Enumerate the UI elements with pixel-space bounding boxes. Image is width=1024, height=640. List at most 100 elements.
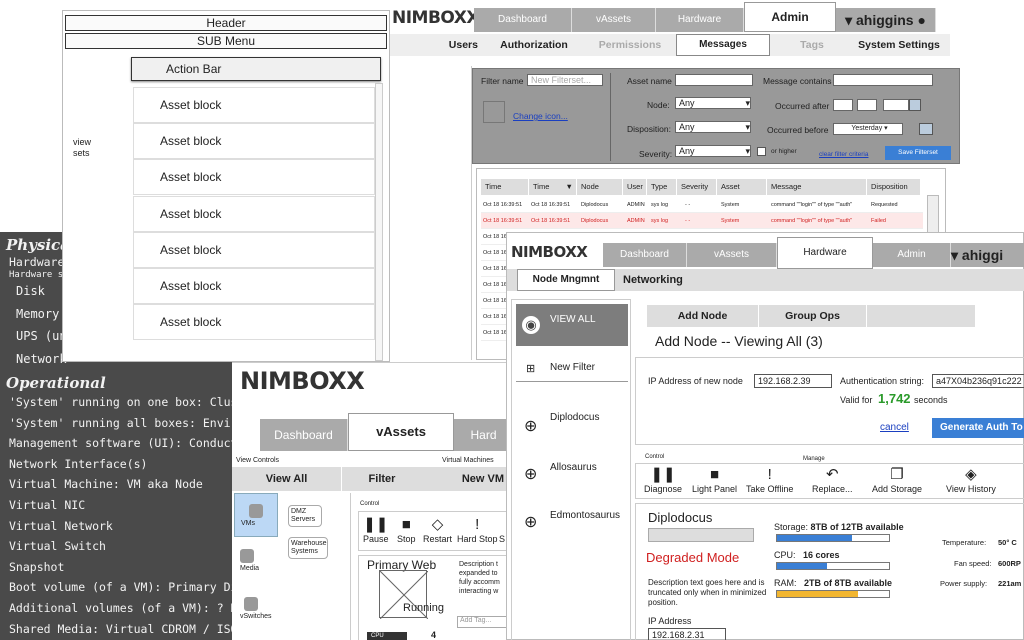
vm-control-bar: ❚❚ Pause ■ Stop ◇ Restart ! Hard Stop S [358,511,508,551]
asset-block[interactable]: Asset block [133,268,375,304]
subtab-messages[interactable]: Messages [676,34,770,56]
take-offline-button[interactable]: ! Take Offline [746,466,793,494]
add-tag-input[interactable]: Add Tag... [457,616,507,628]
tab-vassets[interactable]: vAssets [572,8,656,32]
side-media[interactable]: Media [240,549,259,572]
occurred-before-select[interactable]: Yesterday ▾ [833,123,903,135]
date-day-input[interactable] [857,99,877,111]
cpu-count: 4 [431,630,437,640]
subtab-users[interactable]: Users [390,34,484,56]
restart-button[interactable]: ◇ Restart [423,516,452,544]
sidebar-node-diplodocus[interactable]: ⊕ Diplodocus [516,408,628,444]
tab-admin[interactable]: Admin [744,2,836,32]
calendar-icon[interactable] [909,99,921,111]
asset-block[interactable]: Asset block [133,123,375,159]
auth-string-field[interactable]: a47X04b236q91c222 [932,374,1024,388]
tab-vassets[interactable]: vAssets [348,413,454,451]
view-all-button[interactable]: View All [232,467,342,491]
view-history-button[interactable]: ◈ View History [946,466,996,494]
date-year-input[interactable] [883,99,909,111]
tab-vassets[interactable]: vAssets [687,243,777,267]
extra-control[interactable]: S [499,516,505,544]
subtab-authorization[interactable]: Authorization [484,34,584,56]
filter-button[interactable]: Filter [342,467,422,491]
diagnose-button[interactable]: ❚❚ Diagnose [644,466,682,494]
col-type[interactable]: Type [647,179,677,195]
pause-button[interactable]: ❚❚ Pause [363,516,389,544]
subtab-permissions[interactable]: Permissions [584,34,676,56]
col-time-sort[interactable]: Time ▼ [529,179,577,195]
or-higher-checkbox[interactable] [757,147,766,156]
ip-address-field[interactable]: 192.168.2.31 [648,628,726,640]
asset-block[interactable]: Asset block [133,304,375,340]
stop-icon: ■ [709,466,720,483]
asset-name-input[interactable] [675,74,753,86]
asset-block[interactable]: Asset block [133,196,375,232]
change-icon-link[interactable]: Change icon... [513,111,568,121]
col-time[interactable]: Time [481,179,529,195]
filter-name-input[interactable]: New Filterset... [527,74,603,86]
table-row[interactable]: Oct 18 16:39:51 Oct 18 16:39:51 Diplodoc… [481,197,923,213]
sort-down-icon: ▼ [565,182,573,191]
new-vm-button[interactable]: New VM [422,467,508,491]
hard-stop-button[interactable]: ! Hard Stop [457,516,498,544]
tab-dashboard[interactable]: Dashboard [603,243,687,267]
col-asset[interactable]: Asset [717,179,767,195]
tab-hardware[interactable]: Hardware [656,8,744,32]
cpu-stat: CPU: 16 cores [774,550,840,560]
tab-admin[interactable]: Admin [873,243,951,267]
asset-block[interactable]: Asset block [133,232,375,268]
col-user[interactable]: User [623,179,647,195]
user-menu[interactable]: ▾ ahiggi [951,243,1024,267]
node-card[interactable]: Diplodocus Degraded Mode Description tex… [635,503,1024,640]
group-dmz[interactable]: DMZ Servers [288,505,322,527]
vassets-toolbar: View All Filter New VM [232,467,508,491]
tab-hardware[interactable]: Hard [454,419,514,451]
tab-dashboard[interactable]: Dashboard [474,8,572,32]
col-message[interactable]: Message [767,179,867,195]
date-month-input[interactable] [833,99,853,111]
header-bar: Header [65,15,387,31]
subtab-node-mngmnt[interactable]: Node Mngmnt [517,269,615,291]
col-node[interactable]: Node [577,179,623,195]
generate-auth-button[interactable]: Generate Auth To [932,418,1024,438]
asset-block[interactable]: Asset block [133,159,375,195]
save-filterset-button[interactable]: Save Filterset [885,146,951,160]
subtab-networking[interactable]: Networking [623,269,683,291]
ip-input[interactable]: 192.168.2.39 [754,374,832,388]
light-panel-button[interactable]: ■ Light Panel [692,466,737,494]
calendar-icon[interactable] [919,123,933,135]
col-disposition[interactable]: Disposition [867,179,921,195]
clear-filter-link[interactable]: clear filter criteria [819,151,868,158]
side-vms[interactable]: VMs [234,493,278,537]
node-target-icon: ⊕ [524,418,538,435]
add-node-button[interactable]: Add Node [647,305,759,327]
add-storage-button[interactable]: ❐ Add Storage [872,466,922,494]
sidebar-node-edmontosaurus[interactable]: ⊕ Edmontosaurus [516,504,628,540]
severity-select[interactable]: Any ▾ [675,145,751,157]
cancel-link[interactable]: cancel [880,422,909,433]
vm-card[interactable]: Primary Web Running Description t expand… [358,555,508,640]
node-select[interactable]: Any ▾ [675,97,751,109]
replace-button[interactable]: ↶ Replace... [812,466,853,494]
disposition-select[interactable]: Any ▾ [675,121,751,133]
group-ops-button[interactable]: Group Ops [759,305,867,327]
subtab-system-settings[interactable]: System Settings [854,34,944,56]
asset-block[interactable]: Asset block [133,87,375,123]
user-menu[interactable]: ▾ ahiggins ● [836,8,936,32]
table-row[interactable]: Oct 18 16:39:51 Oct 18 16:39:51 Diplodoc… [481,213,923,229]
message-contains-input[interactable] [833,74,933,86]
sidebar-view-all[interactable]: ◉ VIEW ALL [516,304,628,346]
admin-left-panel [396,66,472,360]
tab-hardware[interactable]: Hardware [777,237,873,269]
side-vswitches[interactable]: vSwitches [240,597,272,620]
wireframe-scrollbar[interactable] [375,83,383,361]
message-filter-panel: Filter name New Filterset... Change icon… [472,68,960,164]
stop-button[interactable]: ■ Stop [397,516,416,544]
tab-dashboard[interactable]: Dashboard [260,419,348,451]
sidebar-new-filter[interactable]: ⊞ New Filter [516,358,628,382]
col-severity[interactable]: Severity [677,179,717,195]
subtab-tags[interactable]: Tags [770,34,854,56]
sidebar-node-allosaurus[interactable]: ⊕ Allosaurus [516,456,628,492]
group-warehouse[interactable]: Warehouse Systems [288,537,328,559]
